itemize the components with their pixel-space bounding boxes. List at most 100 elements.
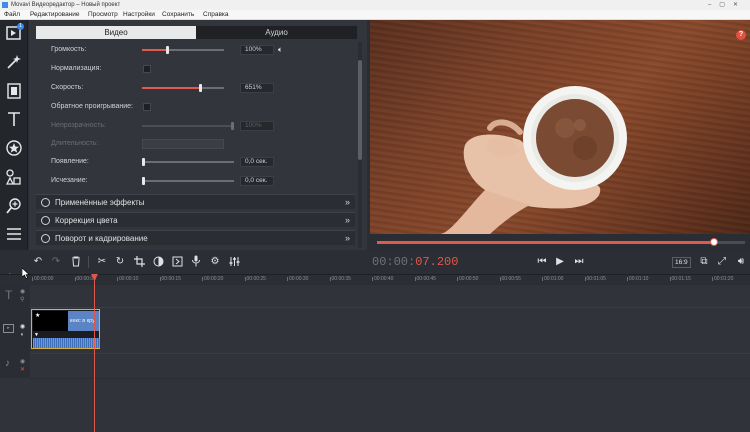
transition-button[interactable] <box>170 254 184 268</box>
skip-back-icon: ⏮︎ <box>537 255 547 267</box>
mute-red-icon[interactable]: ✕ <box>20 366 25 373</box>
star-icon: ★ <box>35 313 41 319</box>
stickers-tool-button[interactable] <box>3 137 25 159</box>
clip-properties-panel: Видео Аудио Громкость: 100% 🔈︎ Нормализа… <box>29 20 367 250</box>
redo-button[interactable]: ↷ <box>49 254 63 268</box>
play-button[interactable]: ▶︎ <box>553 254 567 268</box>
empty-track-lane[interactable] <box>30 378 750 432</box>
fadein-value[interactable]: 0,0 сек. <box>240 157 274 167</box>
split-button[interactable]: ✂︎ <box>95 254 109 268</box>
left-toolbar: 1 <box>0 20 28 250</box>
volume-value[interactable]: 100% <box>240 45 274 55</box>
window-controls[interactable]: –▢✕ <box>708 0 746 10</box>
filmstrip-icon <box>7 83 21 99</box>
speed-slider-fill <box>142 87 202 89</box>
filters-tool-button[interactable] <box>3 51 25 73</box>
opacity-label: Непрозрачность: <box>51 122 106 129</box>
menu-view[interactable]: Просмотр <box>88 10 118 20</box>
delete-button[interactable] <box>69 254 83 268</box>
fadeout-slider-knob[interactable] <box>142 177 145 185</box>
fadein-slider-knob[interactable] <box>142 158 145 166</box>
fadeout-slider[interactable] <box>142 177 234 185</box>
ruler-tick-label: 00:00:55 <box>499 276 521 282</box>
ruler-tick-label: 00:00:35 <box>329 276 351 282</box>
speed-slider[interactable] <box>142 84 224 92</box>
panel-scrollbar-thumb[interactable] <box>358 60 362 160</box>
detach-preview-button[interactable]: ⧉ <box>697 254 711 268</box>
help-button[interactable]: ? <box>736 30 746 40</box>
radio-circle-icon <box>41 234 50 243</box>
reverse-checkbox[interactable] <box>143 103 151 111</box>
tab-audio[interactable]: Аудио <box>196 26 357 39</box>
eye-icon[interactable]: ◉ <box>20 358 25 365</box>
zoom-magnifier-icon <box>6 198 21 214</box>
transition-icon <box>172 256 182 266</box>
crop-button[interactable] <box>132 254 146 268</box>
section-label: Применённые эффекты <box>55 198 145 207</box>
record-audio-button[interactable] <box>189 254 203 268</box>
ruler-tick-label: 00:00:50 <box>456 276 479 282</box>
eye-icon[interactable]: ◉ <box>20 288 25 295</box>
previous-frame-button[interactable]: ⏮︎ <box>535 254 549 268</box>
tab-video[interactable]: Видео <box>36 26 196 39</box>
list-menu-icon <box>7 228 21 240</box>
lock-icon[interactable]: ⚲ <box>20 296 24 303</box>
menu-save[interactable]: Сохранить <box>162 10 194 20</box>
speed-slider-knob[interactable] <box>199 84 203 92</box>
mute-icon[interactable]: ◖ <box>20 332 24 338</box>
normalize-checkbox[interactable] <box>143 65 151 73</box>
duration-label: Длительность: <box>51 140 99 147</box>
speaker-icon[interactable]: 🔈︎ <box>278 45 288 55</box>
section-rotate-crop[interactable]: Поворот и кадрирование » <box>36 230 355 245</box>
timeline-playhead[interactable] <box>91 274 98 432</box>
volume-button[interactable]: 🔊︎ <box>734 254 748 268</box>
fadein-slider[interactable] <box>142 158 234 166</box>
menu-help[interactable]: Справка <box>203 10 229 20</box>
preview-seekbar[interactable] <box>377 238 745 246</box>
timeline-tracks: T ◉ ⚲ ▸ ◉ ◖ ♪ ◉ ✕ <box>0 285 750 432</box>
more-tools-button[interactable] <box>3 223 25 245</box>
volume-slider[interactable] <box>142 46 224 54</box>
clip-settings-button[interactable]: ⚙︎ <box>208 254 222 268</box>
clip-audio-waveform <box>33 338 100 348</box>
properties-tabs: Видео Аудио <box>36 26 357 39</box>
ruler-tick-label: 00:00:45 <box>414 276 436 282</box>
menu-edit[interactable]: Редактирование <box>30 10 80 20</box>
titles-tool-button[interactable] <box>3 108 25 130</box>
section-applied-effects[interactable]: Применённые эффекты » <box>36 194 355 209</box>
transitions-tool-button[interactable] <box>3 80 25 102</box>
zoom-tool-button[interactable] <box>3 195 25 217</box>
fullscreen-button[interactable]: ⤢ <box>715 254 729 268</box>
section-color-correction[interactable]: Коррекция цвета » <box>36 212 355 227</box>
equalizer-icon <box>229 256 239 266</box>
window-titlebar: Movavi Видеоредактор – Новый проект –▢✕ <box>0 0 750 10</box>
equalizer-button[interactable] <box>227 254 241 268</box>
speed-label: Скорость: <box>51 84 84 91</box>
star-circle-icon <box>6 140 22 156</box>
callouts-tool-button[interactable] <box>3 166 25 188</box>
video-track-lane[interactable] <box>30 307 750 353</box>
next-frame-button[interactable]: ⏭︎ <box>572 254 586 268</box>
eye-icon[interactable]: ◉ <box>20 323 25 330</box>
menu-settings[interactable]: Настройки <box>123 10 155 20</box>
volume-label: Громкость: <box>51 46 87 53</box>
audio-track-lane[interactable] <box>30 353 750 378</box>
rotate-button[interactable]: ↻ <box>113 254 127 268</box>
undo-button[interactable]: ↶ <box>31 254 45 268</box>
menu-file[interactable]: Файл <box>4 10 20 20</box>
ruler-tick-label: 00:00:25 <box>244 276 266 282</box>
radio-circle-icon <box>41 198 50 207</box>
timeline-ruler[interactable]: 00:00:00 00:00:05 00:00:10 00:00:15 00:00:20… <box>0 274 750 285</box>
import-tool-button[interactable]: 1 <box>3 22 25 44</box>
color-adjust-button[interactable] <box>151 254 165 268</box>
aspect-ratio-button[interactable]: 16:9 <box>672 257 691 268</box>
seekbar-knob[interactable] <box>709 238 718 246</box>
fadeout-value[interactable]: 0,0 сек. <box>240 176 274 186</box>
video-preview[interactable] <box>370 20 750 234</box>
video-clip[interactable]: ★ кекс в кру ▼ <box>31 309 100 349</box>
panel-scrollbar[interactable] <box>358 42 362 248</box>
ruler-tick-label: 00:01:05 <box>584 276 606 282</box>
fullscreen-icon: ⤢ <box>718 255 726 267</box>
speed-value[interactable]: 651% <box>240 83 274 93</box>
volume-slider-knob[interactable] <box>166 46 170 54</box>
